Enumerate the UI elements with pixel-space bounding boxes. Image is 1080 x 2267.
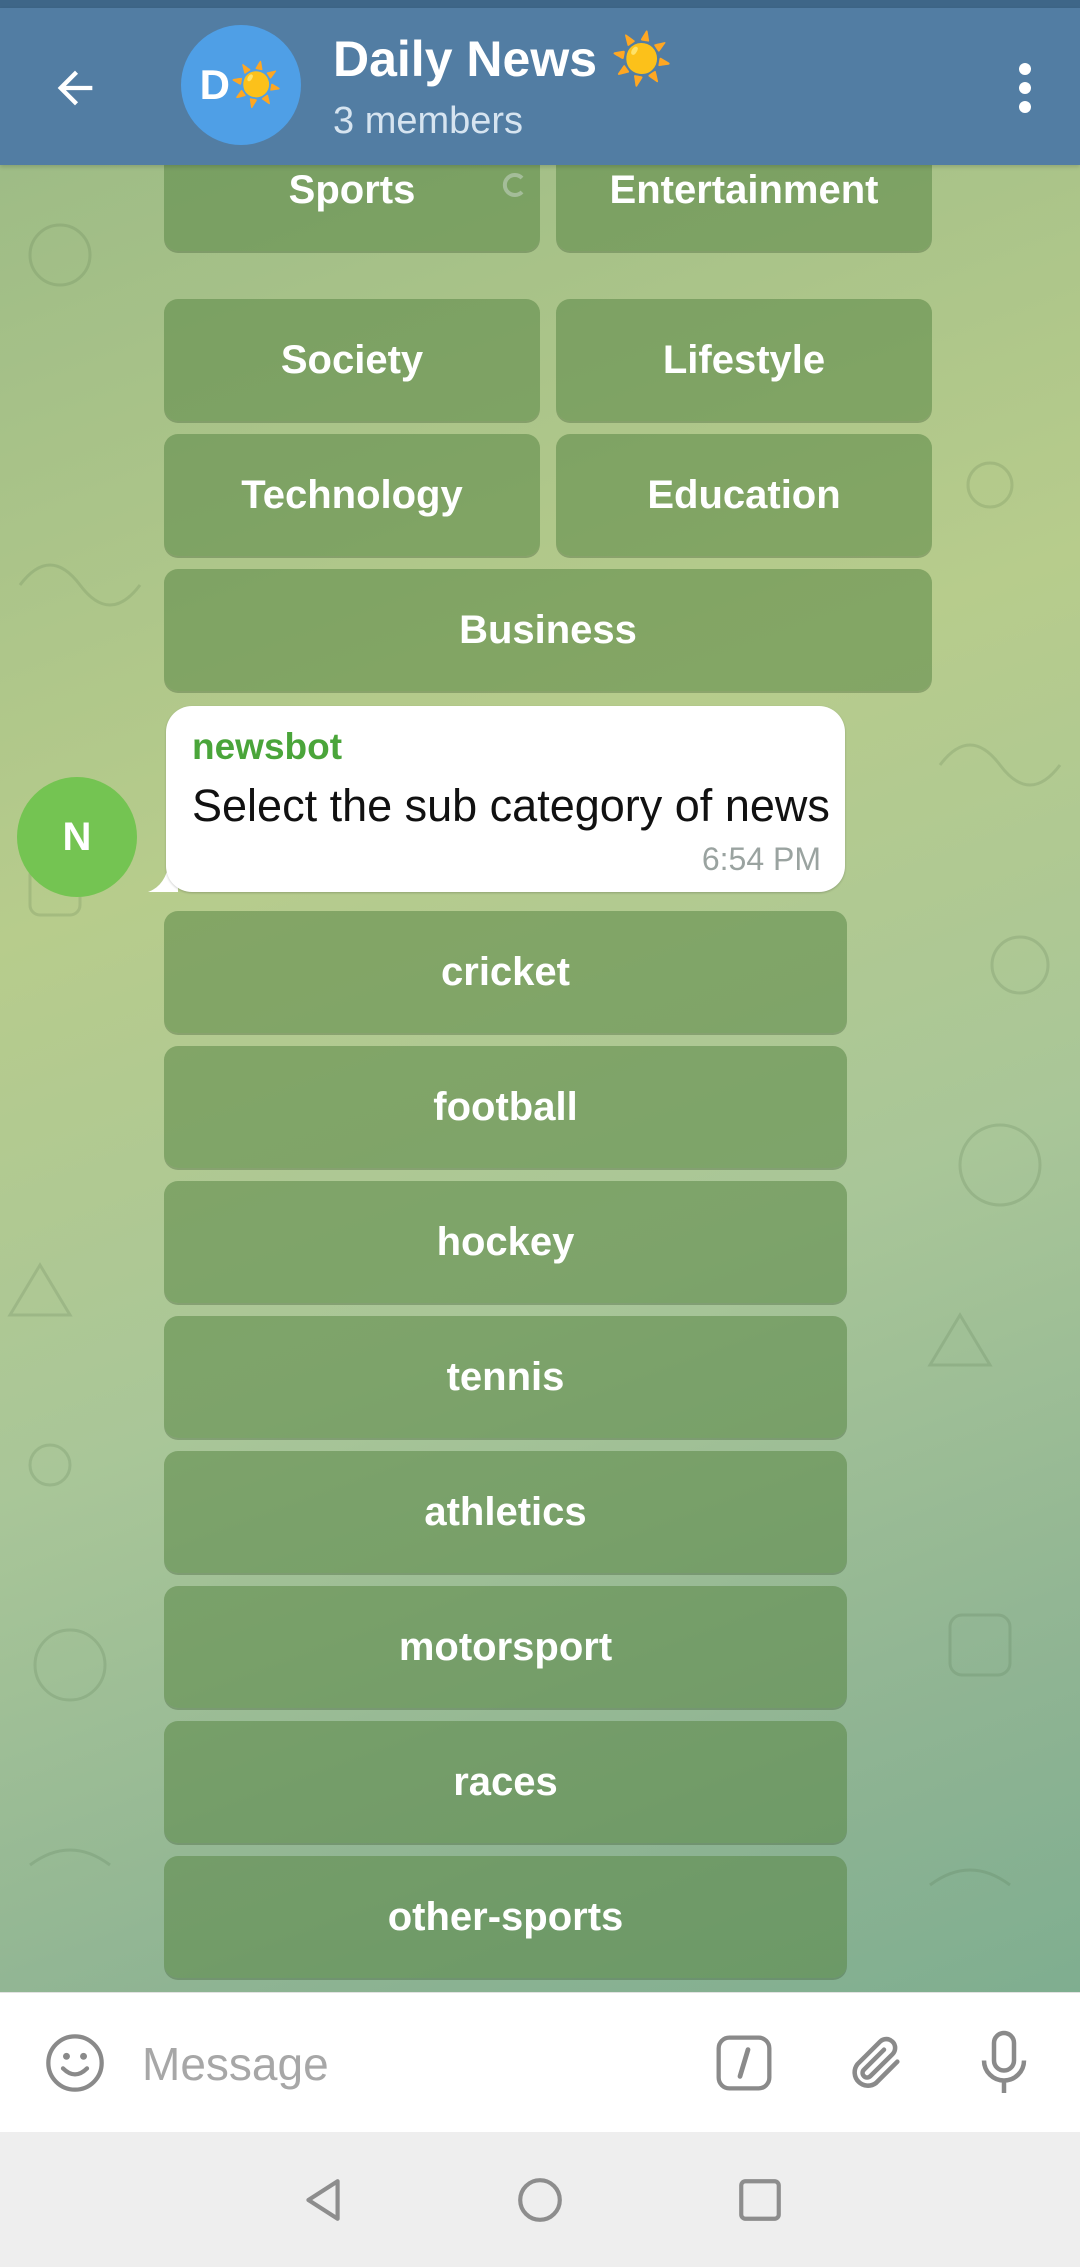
category-button-entertainment[interactable]: Entertainment — [556, 165, 932, 251]
message-composer — [0, 1992, 1080, 2133]
category-button-sports[interactable]: Sports — [164, 165, 540, 251]
subcategory-button-tennis[interactable]: tennis — [164, 1316, 847, 1438]
bot-commands-button[interactable] — [708, 2027, 780, 2099]
subcategory-button-athletics[interactable]: athletics — [164, 1451, 847, 1573]
arrow-left-icon — [57, 70, 93, 106]
microphone-icon — [981, 2030, 1027, 2093]
group-avatar[interactable]: D☀️ — [181, 25, 301, 145]
circle-home-icon — [518, 2178, 562, 2222]
voice-message-button[interactable] — [968, 2023, 1040, 2103]
subcategory-button-races[interactable]: races — [164, 1721, 847, 1843]
more-vertical-icon — [1019, 63, 1031, 113]
subcategory-button-hockey[interactable]: hockey — [164, 1181, 847, 1303]
triangle-back-icon — [306, 2179, 340, 2221]
message-time: 6:54 PM — [701, 841, 821, 877]
nav-back-button[interactable] — [290, 2167, 356, 2233]
subcategory-button-other-sports[interactable]: other-sports — [164, 1856, 847, 1978]
nav-home-button[interactable] — [507, 2167, 573, 2233]
message-text: Select the sub category of news — [192, 780, 830, 831]
members-count: 3 members — [333, 100, 524, 142]
back-button[interactable] — [40, 53, 110, 123]
message-bubble[interactable]: newsbot Select the sub category of news … — [166, 706, 845, 892]
bot-avatar[interactable]: N — [17, 777, 137, 897]
slash-command-icon — [716, 2035, 772, 2091]
category-button-society[interactable]: Society — [164, 299, 540, 421]
subcategory-button-motorsport[interactable]: motorsport — [164, 1586, 847, 1708]
system-navigation-bar — [0, 2132, 1080, 2267]
smile-icon — [46, 2034, 104, 2092]
more-options-button[interactable] — [990, 53, 1060, 123]
chat-title[interactable]: Daily News ☀️ — [333, 30, 673, 89]
attach-button[interactable] — [840, 2027, 912, 2099]
category-button-education[interactable]: Education — [556, 434, 932, 556]
chat-area[interactable]: Sports Entertainment Society Lifestyle T… — [0, 165, 1080, 1992]
paperclip-icon — [852, 2036, 900, 2088]
status-bar-strip — [0, 0, 1080, 8]
nav-recents-button[interactable] — [727, 2167, 793, 2233]
emoji-button[interactable] — [40, 2028, 110, 2098]
message-input[interactable] — [140, 2023, 664, 2105]
chat-header: D☀️ Daily News ☀️ 3 members — [0, 8, 1080, 165]
category-button-lifestyle[interactable]: Lifestyle — [556, 299, 932, 421]
square-recents-icon — [739, 2179, 781, 2221]
message-sender[interactable]: newsbot — [192, 726, 342, 768]
category-button-business[interactable]: Business — [164, 569, 932, 691]
category-button-technology[interactable]: Technology — [164, 434, 540, 556]
subcategory-button-cricket[interactable]: cricket — [164, 911, 847, 1033]
subcategory-button-football[interactable]: football — [164, 1046, 847, 1168]
